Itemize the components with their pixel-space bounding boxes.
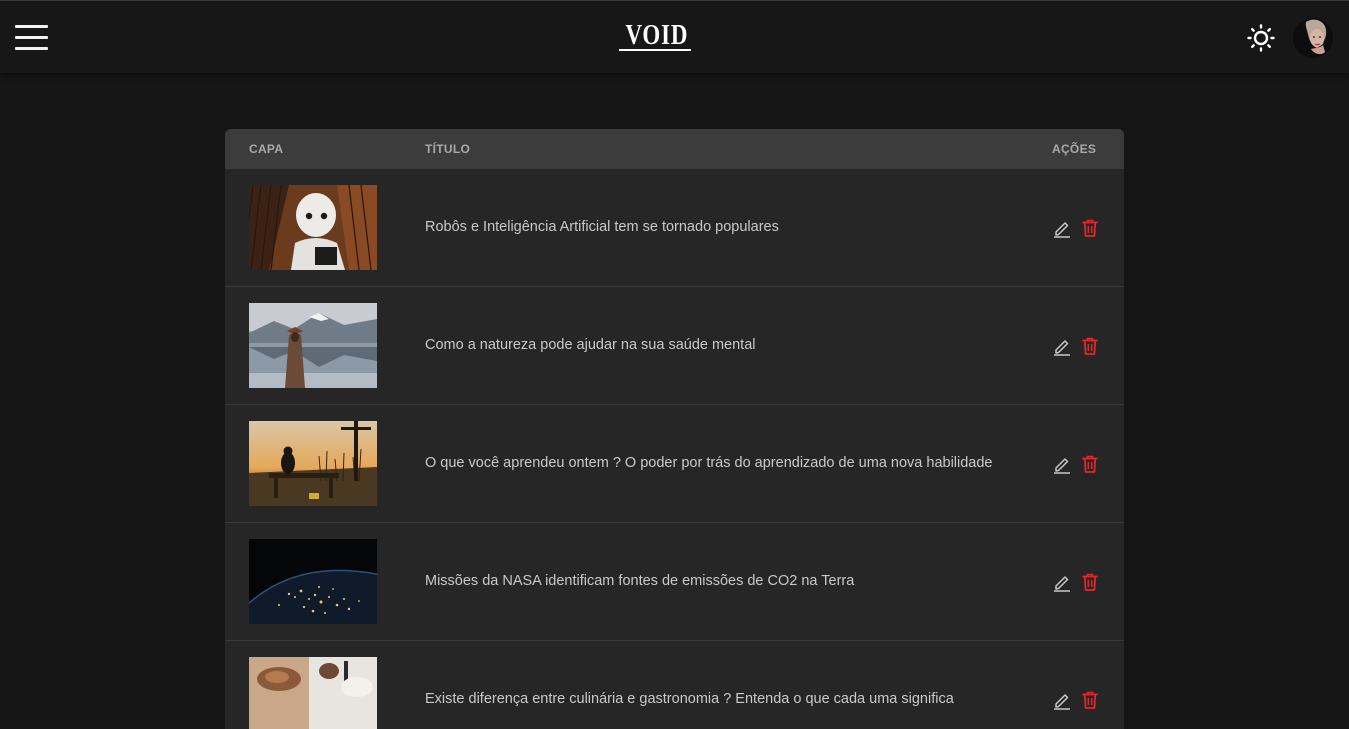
pencil-icon[interactable] — [1053, 336, 1071, 356]
food-photo — [249, 657, 377, 729]
trash-icon[interactable] — [1081, 690, 1099, 710]
row-title[interactable]: Missões da NASA identificam fontes de em… — [425, 573, 854, 589]
sunset-bench-photo — [249, 421, 377, 506]
sun-icon[interactable] — [1246, 23, 1276, 53]
trash-icon[interactable] — [1081, 572, 1099, 592]
pencil-icon[interactable] — [1053, 454, 1071, 474]
trash-icon[interactable] — [1081, 218, 1099, 238]
top-navbar: VOID — [0, 0, 1349, 73]
table-row: Robôs e Inteligência Artificial tem se t… — [225, 169, 1124, 287]
trash-icon[interactable] — [1081, 336, 1099, 356]
earth-night-photo — [249, 539, 377, 624]
table-row: Como a natureza pode ajudar na sua saúde… — [225, 287, 1124, 405]
table-row: Missões da NASA identificam fontes de em… — [225, 523, 1124, 641]
row-title[interactable]: Como a natureza pode ajudar na sua saúde… — [425, 337, 756, 353]
table-row: Existe diferença entre culinária e gastr… — [225, 641, 1124, 729]
trash-icon[interactable] — [1081, 454, 1099, 474]
lake-mountain-photo — [249, 303, 377, 388]
user-avatar[interactable] — [1293, 18, 1333, 58]
pencil-icon[interactable] — [1053, 572, 1071, 592]
row-title[interactable]: Existe diferença entre culinária e gastr… — [425, 691, 954, 707]
column-header-title: TÍTULO — [425, 142, 471, 156]
pencil-icon[interactable] — [1053, 218, 1071, 238]
table-header: CAPA TÍTULO AÇÕES — [225, 129, 1124, 169]
row-title[interactable]: Robôs e Inteligência Artificial tem se t… — [425, 219, 779, 235]
pencil-icon[interactable] — [1053, 690, 1071, 710]
posts-table: CAPA TÍTULO AÇÕES Robôs e Inteligência A… — [225, 129, 1124, 729]
logo-underline — [619, 49, 691, 51]
table-row: O que você aprendeu ontem ? O poder por … — [225, 405, 1124, 523]
robot-photo — [249, 185, 377, 270]
column-header-actions: AÇÕES — [1052, 142, 1097, 156]
column-header-cover: CAPA — [249, 142, 284, 156]
row-title[interactable]: O que você aprendeu ontem ? O poder por … — [425, 455, 993, 471]
hamburger-menu-icon[interactable] — [15, 25, 49, 51]
